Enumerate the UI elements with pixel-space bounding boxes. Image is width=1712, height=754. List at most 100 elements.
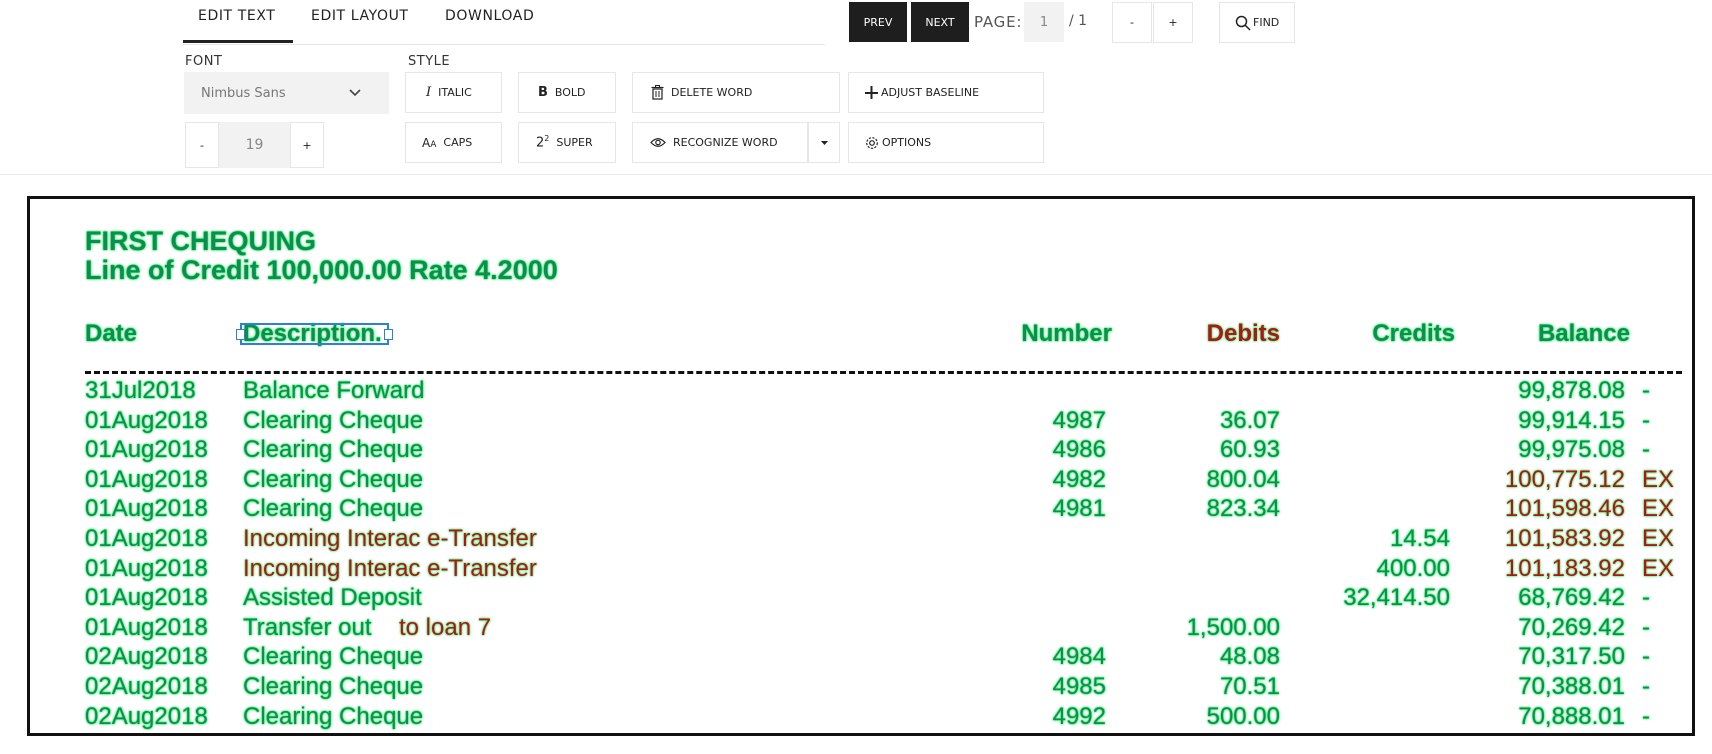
row-debit[interactable]: 500.00 — [1120, 703, 1280, 731]
row-credit[interactable]: 32,414.50 — [1290, 584, 1450, 612]
row-credit[interactable]: 14.54 — [1290, 525, 1450, 553]
row-description[interactable]: Balance Forward — [243, 377, 424, 405]
selected-word-box[interactable] — [240, 323, 389, 345]
row-number[interactable]: 4985 — [990, 673, 1106, 701]
row-description[interactable]: Incoming Interac e-Transfer — [243, 555, 537, 583]
row-balance[interactable]: 70,317.50 — [1450, 643, 1625, 671]
document-title[interactable]: FIRST CHEQUING — [85, 226, 316, 257]
selection-handle-right[interactable] — [384, 329, 393, 340]
bold-button[interactable]: B BOLD — [518, 72, 616, 113]
document-canvas[interactable]: FIRST CHEQUING Line of Credit 100,000.00… — [27, 196, 1695, 736]
header-balance[interactable]: Balance — [1460, 320, 1630, 348]
prev-page-button[interactable]: PREV — [849, 2, 907, 42]
row-flag[interactable]: EX — [1642, 466, 1674, 494]
row-flag[interactable]: EX — [1642, 525, 1674, 553]
find-button[interactable]: FIND — [1219, 2, 1295, 43]
italic-button[interactable]: I ITALIC — [405, 72, 502, 113]
row-date[interactable]: 02Aug2018 — [85, 643, 208, 671]
font-size-decrease-button[interactable]: - — [185, 122, 219, 168]
row-debit[interactable]: 70.51 — [1120, 673, 1280, 701]
row-date[interactable]: 31Jul2018 — [85, 377, 196, 405]
tab-edit-layout[interactable]: EDIT LAYOUT — [311, 8, 409, 36]
row-balance[interactable]: 70,269.42 — [1450, 614, 1625, 642]
row-number[interactable]: 4992 — [990, 703, 1106, 731]
row-date[interactable]: 01Aug2018 — [85, 495, 208, 523]
row-number[interactable]: 4984 — [990, 643, 1106, 671]
row-credit[interactable]: 400.00 — [1290, 555, 1450, 583]
document-subtitle[interactable]: Line of Credit 100,000.00 Rate 4.2000 — [85, 255, 558, 286]
header-number[interactable]: Number — [970, 320, 1112, 348]
delete-word-button[interactable]: DELETE WORD — [632, 72, 840, 113]
row-flag[interactable]: - — [1642, 643, 1650, 671]
row-balance[interactable]: 70,888.01 — [1450, 703, 1625, 731]
row-description[interactable]: Clearing Cheque — [243, 436, 423, 464]
row-balance[interactable]: 100,775.12 — [1450, 466, 1625, 494]
caps-button[interactable]: AA CAPS — [405, 122, 502, 163]
row-balance[interactable]: 101,583.92 — [1450, 525, 1625, 553]
font-size-increase-button[interactable]: + — [290, 122, 324, 168]
row-debit[interactable]: 36.07 — [1120, 407, 1280, 435]
row-description[interactable]: Clearing Cheque — [243, 407, 423, 435]
row-flag[interactable]: - — [1642, 703, 1650, 731]
next-page-button[interactable]: NEXT — [911, 2, 969, 42]
superscript-button[interactable]: 22 SUPER — [518, 122, 616, 163]
row-balance[interactable]: 101,183.92 — [1450, 555, 1625, 583]
page-number-input[interactable]: 1 — [1024, 2, 1064, 42]
row-debit[interactable]: 800.04 — [1120, 466, 1280, 494]
row-date[interactable]: 01Aug2018 — [85, 407, 208, 435]
row-balance[interactable]: 99,914.15 — [1450, 407, 1625, 435]
row-description[interactable]: Transfer out — [243, 614, 372, 642]
row-balance[interactable]: 99,975.08 — [1450, 436, 1625, 464]
row-flag[interactable]: - — [1642, 584, 1650, 612]
row-flag[interactable]: - — [1642, 436, 1650, 464]
row-debit[interactable]: 48.08 — [1120, 643, 1280, 671]
row-date[interactable]: 02Aug2018 — [85, 703, 208, 731]
header-credits[interactable]: Credits — [1290, 320, 1455, 348]
row-balance[interactable]: 70,388.01 — [1450, 673, 1625, 701]
font-family-select[interactable]: Nimbus Sans — [184, 72, 389, 114]
row-description[interactable]: Clearing Cheque — [243, 495, 423, 523]
row-flag[interactable]: EX — [1642, 555, 1674, 583]
tab-edit-text[interactable]: EDIT TEXT — [198, 8, 275, 36]
zoom-out-button[interactable]: - — [1112, 2, 1152, 43]
tab-download[interactable]: DOWNLOAD — [445, 8, 534, 36]
row-flag[interactable]: - — [1642, 614, 1650, 642]
row-date[interactable]: 01Aug2018 — [85, 614, 208, 642]
row-balance[interactable]: 68,769.42 — [1450, 584, 1625, 612]
row-description[interactable]: Incoming Interac e-Transfer — [243, 525, 537, 553]
row-debit[interactable]: 823.34 — [1120, 495, 1280, 523]
font-size-input[interactable]: 19 — [219, 122, 290, 168]
adjust-baseline-button[interactable]: ADJUST BASELINE — [848, 72, 1044, 113]
header-debits[interactable]: Debits — [1130, 320, 1280, 348]
row-number[interactable]: 4987 — [990, 407, 1106, 435]
row-flag[interactable]: - — [1642, 673, 1650, 701]
row-debit[interactable]: 60.93 — [1120, 436, 1280, 464]
row-description[interactable]: Clearing Cheque — [243, 643, 423, 671]
recognize-word-button[interactable]: RECOGNIZE WORD — [632, 122, 808, 163]
recognize-word-dropdown[interactable] — [808, 122, 840, 163]
row-description[interactable]: Clearing Cheque — [243, 466, 423, 494]
row-description-extra[interactable]: to loan 7 — [399, 614, 491, 642]
row-number[interactable]: 4986 — [990, 436, 1106, 464]
row-date[interactable]: 01Aug2018 — [85, 555, 208, 583]
header-date[interactable]: Date — [85, 320, 137, 348]
row-date[interactable]: 02Aug2018 — [85, 673, 208, 701]
row-flag[interactable]: - — [1642, 377, 1650, 405]
row-balance[interactable]: 101,598.46 — [1450, 495, 1625, 523]
row-date[interactable]: 01Aug2018 — [85, 436, 208, 464]
row-number[interactable]: 4982 — [990, 466, 1106, 494]
row-debit[interactable]: 1,500.00 — [1120, 614, 1280, 642]
row-flag[interactable]: - — [1642, 407, 1650, 435]
zoom-in-button[interactable]: + — [1153, 2, 1193, 43]
row-date[interactable]: 01Aug2018 — [85, 466, 208, 494]
selection-handle-left[interactable] — [236, 329, 245, 340]
row-flag[interactable]: EX — [1642, 495, 1674, 523]
row-balance[interactable]: 99,878.08 — [1450, 377, 1625, 405]
row-number[interactable]: 4981 — [990, 495, 1106, 523]
row-date[interactable]: 01Aug2018 — [85, 525, 208, 553]
row-date[interactable]: 01Aug2018 — [85, 584, 208, 612]
row-description[interactable]: Assisted Deposit — [243, 584, 422, 612]
row-description[interactable]: Clearing Cheque — [243, 703, 423, 731]
row-description[interactable]: Clearing Cheque — [243, 673, 423, 701]
options-button[interactable]: OPTIONS — [848, 122, 1044, 163]
